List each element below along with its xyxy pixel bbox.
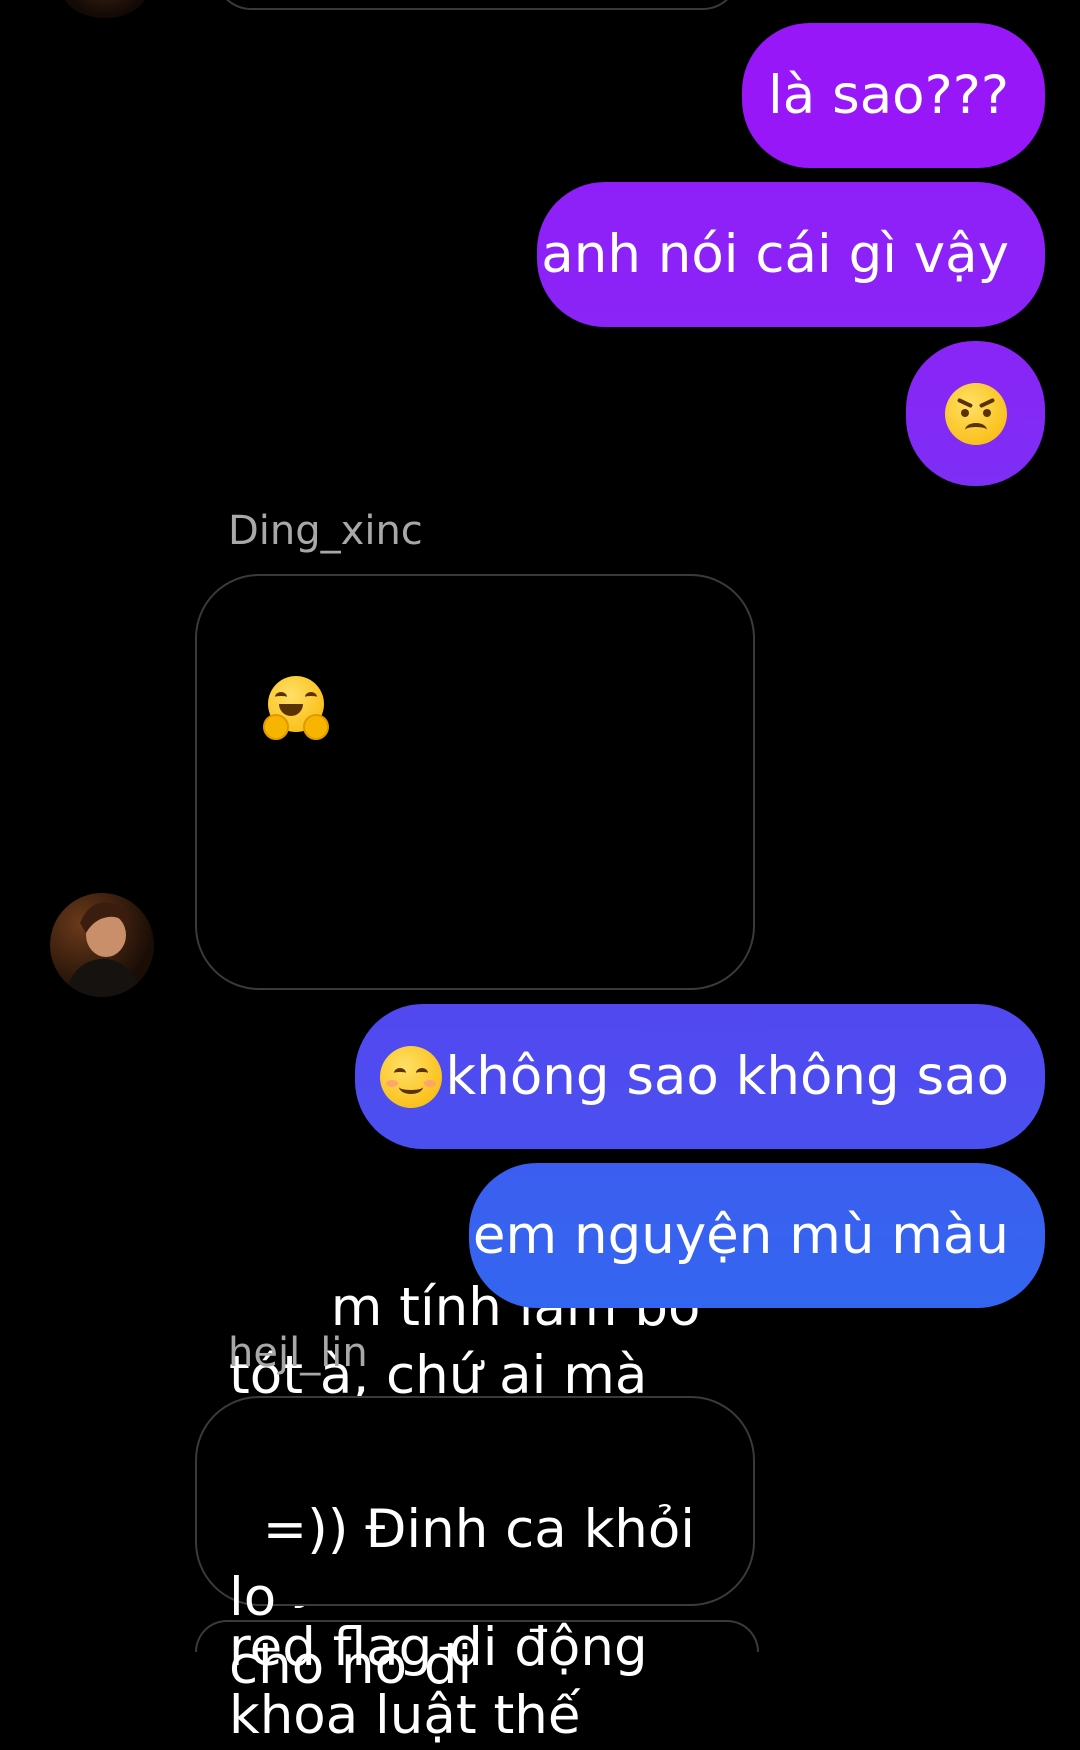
sender-name: Ding_xinc: [228, 508, 423, 554]
incoming-message[interactable]: =)) Đinh ca khỏi lo cho nó đi: [195, 1396, 755, 1696]
outgoing-message[interactable]: không sao không sao: [355, 1004, 1045, 1149]
incoming-message[interactable]: m tính làm bò tót à, chứ ai mà lại đâm t…: [195, 574, 755, 1746]
avatar-image: [66, 902, 144, 997]
sender-avatar[interactable]: [50, 893, 154, 997]
message-text: em nguyện mù màu: [472, 1204, 1009, 1266]
message-text: anh nói cái gì vậy: [541, 223, 1009, 285]
hugging-face-emoji-icon: [262, 674, 329, 740]
outgoing-message[interactable]: anh nói cái gì vậy: [537, 182, 1045, 327]
outgoing-message[interactable]: em nguyện mù màu: [469, 1163, 1045, 1308]
outgoing-message[interactable]: là sao???: [742, 23, 1045, 168]
smiling-face-emoji-icon: [379, 1045, 442, 1108]
sender-name: hejl_lin: [228, 1330, 368, 1376]
message-text: là sao???: [768, 64, 1009, 126]
avatar-partial[interactable]: [62, 0, 148, 18]
previous-message-bubble-edge: [215, 0, 739, 10]
angry-face-emoji-icon: [944, 382, 1007, 445]
message-text: không sao không sao: [445, 1045, 1009, 1107]
outgoing-message[interactable]: [906, 341, 1045, 486]
